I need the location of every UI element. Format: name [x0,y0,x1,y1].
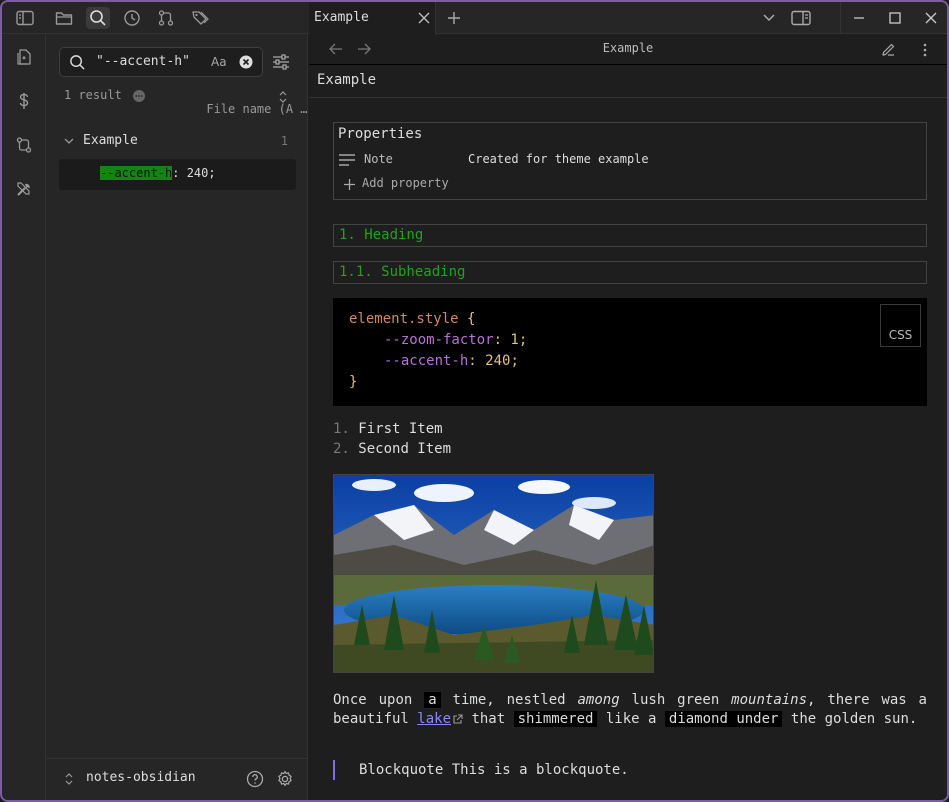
search-match-item[interactable]: --accent-h: 240; [59,159,296,190]
para-text: like a [597,711,665,727]
add-property-button[interactable]: Add property [362,176,449,190]
result-count: 1 result [64,88,146,102]
plus-icon [343,178,356,191]
heading-2: 1.1. Subheading [333,261,927,284]
collapse-chevron-icon[interactable] [64,137,74,145]
code-prop-2: --accent-h [384,353,469,369]
search-tab-icon[interactable] [86,7,110,29]
git-compare-icon[interactable] [13,134,35,156]
header-divider [309,64,947,65]
properties-heading[interactable]: Properties [338,126,422,142]
result-count-text: 1 result [64,88,122,102]
emphasis-mountains: mountains [731,692,808,708]
para-text: time, nestled [440,692,578,708]
search-panel: "--accent-h" Aa 1 result File name (A … … [46,34,308,800]
tools-icon[interactable] [13,178,35,200]
inline-code-diamond: diamond under [664,711,783,727]
code-prop-1: --zoom-factor [384,332,494,348]
tab-close-icon[interactable] [412,7,436,29]
help-icon[interactable] [246,770,264,788]
story-paragraph: Once upon a time, nestled among lush gre… [333,691,927,729]
edit-pencil-icon[interactable] [881,42,896,57]
inline-code-shimmered: shimmered [513,711,598,727]
list-text: Second Item [358,441,452,457]
result-group-count: 1 [280,134,288,148]
tab-list-chevron-icon[interactable] [757,7,781,29]
para-text: Once upon [333,692,425,708]
list-text: First Item [358,421,443,437]
property-key[interactable]: Note [364,152,393,166]
clear-search-icon[interactable] [239,55,253,69]
more-options-icon[interactable] [133,89,146,102]
inline-code-a: a [424,692,441,708]
result-group-title[interactable]: Example [83,133,138,148]
titlebar-divider [840,2,841,34]
blockquote[interactable]: Blockquote This is a blockquote. [333,760,629,780]
minimize-icon[interactable] [847,7,871,29]
view-title[interactable]: Example [309,41,947,55]
settings-gear-icon[interactable] [276,770,294,788]
vault-name[interactable]: notes-obsidian [86,770,196,785]
files-icon[interactable] [13,46,35,68]
match-highlight: --accent-h [100,166,173,180]
ribbon [2,34,46,800]
inline-title[interactable]: Example [317,72,376,88]
code-selector: element.style [349,311,459,327]
heading-2-text[interactable]: 1.1. Subheading [339,264,465,280]
code-language-badge: CSS [880,304,921,347]
close-icon[interactable] [919,7,943,29]
code-close-brace: } [349,374,358,390]
maximize-icon[interactable] [883,7,907,29]
code-block[interactable]: element.style { --zoom-factor: 1; --acce… [333,298,927,406]
emphasis-among: among [577,692,620,708]
properties-box: Properties Note Created for theme exampl… [333,122,927,200]
view-header: Example [309,35,947,65]
vault-switcher[interactable]: notes-obsidian [46,758,307,800]
vault-chevron-icon[interactable] [65,773,73,785]
title-bar: Example [2,2,947,35]
sidebar-toggle-icon[interactable] [13,7,37,29]
match-rest: : 240; [172,166,216,180]
folder-icon[interactable] [52,7,76,29]
heading-1: 1. Heading [333,224,927,247]
sort-chevron-icon[interactable] [279,91,287,103]
dollar-icon[interactable] [13,90,35,112]
title-divider [309,97,947,98]
search-input[interactable]: "--accent-h" Aa [59,47,263,77]
new-tab-icon[interactable] [442,7,466,29]
list-item[interactable]: 2. Second Item [333,441,451,457]
heading-1-text[interactable]: 1. Heading [339,227,423,243]
external-link-lake[interactable]: lake [417,711,451,727]
property-value[interactable]: Created for theme example [468,152,649,166]
search-query[interactable]: "--accent-h" [96,54,190,69]
right-sidebar-toggle-icon[interactable] [789,7,813,29]
tab-title[interactable]: Example [314,10,369,25]
para-text: the golden sun. [782,711,918,727]
clock-icon[interactable] [120,7,144,29]
search-icon [69,54,86,71]
more-menu-icon[interactable] [922,42,928,58]
git-branch-icon[interactable] [154,7,178,29]
sort-label[interactable]: File name (A … [206,102,307,116]
code-val-2: : 240; [468,353,519,369]
external-link-icon [452,713,463,725]
mountain-lake-image[interactable] [333,474,654,673]
para-text: that [463,711,514,727]
list-item[interactable]: 1. First Item [333,421,443,437]
code-open-brace: { [458,311,476,327]
code-val-1: : 1; [493,332,528,348]
text-lines-icon [339,154,355,166]
match-case-toggle[interactable]: Aa [211,55,227,69]
list-number: 1. [333,421,350,437]
list-number: 2. [333,441,350,457]
search-settings-icon[interactable] [272,53,290,71]
app-window: Example "--accent-h" Aa 1 result File na… [0,0,949,802]
tags-icon[interactable] [188,7,212,29]
para-text: lush green [619,692,732,708]
